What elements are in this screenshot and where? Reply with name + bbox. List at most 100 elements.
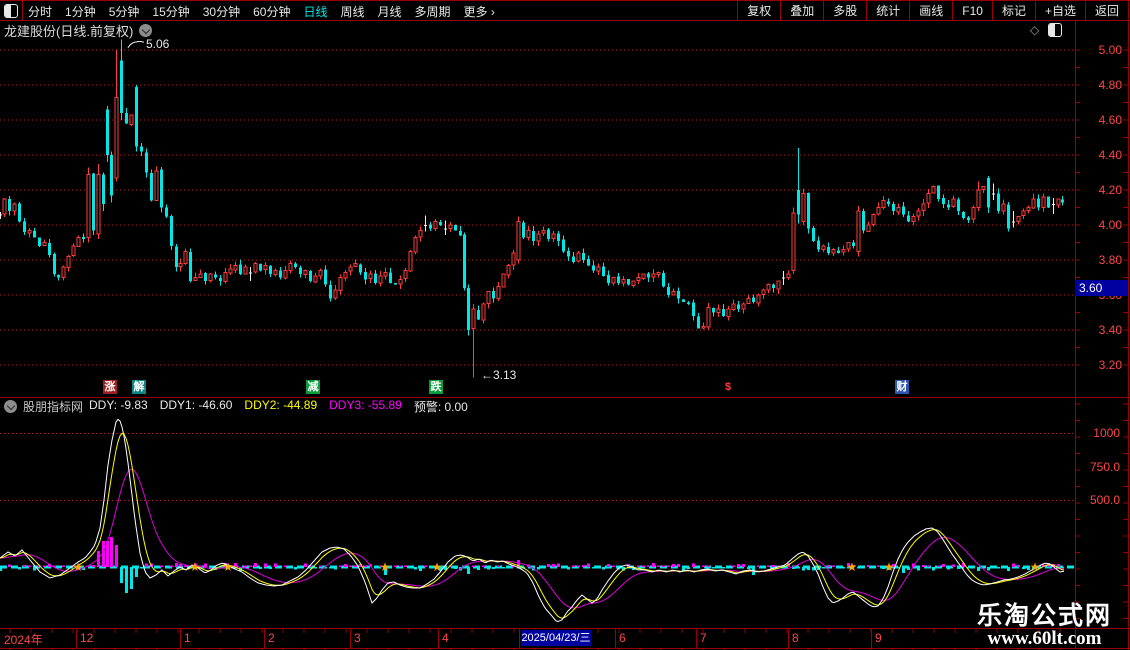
candle-body-up [921, 203, 926, 212]
pane-layout-icon[interactable] [1048, 23, 1063, 37]
period-item-2[interactable]: 5分钟 [109, 3, 140, 20]
ddy-bar [802, 567, 805, 571]
period-item-6[interactable]: 日线 [303, 3, 327, 20]
ddy-bar [179, 563, 182, 567]
ddy-bar [175, 563, 178, 567]
candle-body-down [135, 86, 138, 147]
ddy-bar [562, 567, 565, 569]
candle-body-down [557, 233, 560, 241]
action-item-3[interactable]: 统计 [866, 1, 909, 21]
ddy-bar [140, 567, 143, 569]
ddy-bar [557, 563, 560, 567]
watermark-site-name: 乐淘公式网 [976, 602, 1112, 630]
candle-body-down [38, 237, 41, 246]
period-item-10[interactable]: 更多 › [464, 3, 495, 20]
candle-body-up [448, 224, 453, 229]
selected-date-badge: 2025/04/23/三 [521, 630, 591, 646]
candle-body-up [1031, 198, 1036, 209]
diamond-icon[interactable]: ◇ [1030, 23, 1039, 37]
ddy-bar [927, 565, 930, 567]
ddy-bar [145, 563, 148, 567]
action-item-5[interactable]: F10 [952, 1, 992, 21]
ddy-bar [299, 567, 302, 569]
zero-line-dash [1067, 565, 1074, 569]
candle-body-down [389, 272, 392, 283]
month-label: 9 [875, 631, 882, 645]
month-label: 7 [700, 631, 707, 645]
period-item-0[interactable]: 分时 [28, 3, 52, 20]
period-item-1[interactable]: 1分钟 [65, 3, 96, 20]
candle-body-down [697, 316, 700, 329]
period-menu: 分时 1分钟 5分钟 15分钟 30分钟 60分钟 日线 周线 月线 多周期 更多 › [28, 1, 495, 21]
ddy-bar [284, 565, 287, 567]
month-separator [519, 629, 520, 648]
action-item-1[interactable]: 叠加 [780, 1, 823, 21]
action-item-7[interactable]: +自选 [1034, 1, 1085, 21]
candle-body-down [329, 285, 332, 299]
collapse-chevron-icon[interactable] [4, 400, 17, 413]
candle-body-down [150, 172, 153, 201]
candle-body-up [501, 273, 506, 288]
candle-body-up [926, 193, 931, 204]
candle-body-down [1037, 198, 1040, 208]
date-axis[interactable]: 2024年 12 1 2 3 4 6 7 8 9 2025/04/23/三 [0, 629, 1130, 648]
ddy-bar [467, 567, 470, 574]
period-item-5[interactable]: 60分钟 [253, 3, 290, 20]
candle-body-up [761, 289, 766, 295]
candle-body-flat [782, 277, 785, 279]
candle-body-flat [249, 272, 252, 274]
ddy-bar [797, 567, 800, 569]
candle-body-flat [1012, 221, 1015, 223]
action-item-4[interactable]: 画线 [909, 1, 952, 21]
candle-body-down [837, 250, 840, 253]
candle-body-down [617, 276, 620, 283]
low-price-annotation: ←3.13 [481, 368, 517, 382]
candle-body-down [102, 174, 105, 204]
candle-body-up [1026, 207, 1031, 211]
action-item-6[interactable]: 标记 [991, 1, 1035, 21]
action-item-0[interactable]: 复权 [737, 1, 780, 21]
candle-body-up [766, 284, 771, 291]
candle-body-down [110, 155, 113, 196]
candle-body-down [120, 60, 123, 113]
candle-body-up [42, 242, 47, 246]
ddy-bar [1022, 567, 1025, 570]
candle-body-down [239, 264, 242, 274]
ddy-bar [279, 567, 282, 569]
period-item-4[interactable]: 30分钟 [203, 3, 240, 20]
candle-body-down [439, 221, 442, 225]
candle-body-up [931, 186, 936, 194]
ddy1-line [0, 418, 1065, 623]
candle-body-up [841, 249, 846, 253]
ddy-bar [987, 567, 990, 571]
ddy-bar [43, 565, 46, 567]
month-separator [615, 629, 616, 648]
candle-body-up [413, 236, 418, 253]
layout-toggle-button[interactable] [0, 1, 23, 21]
ddy-bar [404, 565, 407, 567]
candle-body-up [671, 291, 676, 296]
period-item-3[interactable]: 15分钟 [152, 3, 189, 20]
ddy-bar [289, 567, 292, 569]
candle-body-down [892, 204, 895, 211]
period-item-9[interactable]: 多周期 [415, 3, 451, 20]
action-item-2[interactable]: 多股 [823, 1, 866, 21]
chart-canvas[interactable]: ★ ★ ★ ★ ★ ★ ★ ★ [0, 0, 1130, 650]
candle-body-up [831, 249, 836, 254]
action-item-8[interactable]: 返回 [1084, 1, 1129, 21]
candle-body-down [602, 266, 605, 276]
candle-body-flat [1052, 204, 1055, 205]
candle-body-up [348, 266, 353, 272]
candle-body-up [233, 264, 238, 271]
ddy-bar [667, 565, 670, 567]
month-separator [696, 629, 697, 648]
candle-body-down [752, 297, 755, 302]
candle-body-up [801, 193, 806, 222]
ddy-bar [329, 567, 332, 569]
indicator-tick-label: 750.0 [1089, 459, 1120, 474]
period-item-7[interactable]: 周线 [340, 3, 364, 20]
period-item-8[interactable]: 月线 [378, 3, 402, 20]
chevron-down-icon[interactable] [139, 23, 153, 37]
ddy-bar [702, 565, 705, 567]
candle-body-up [791, 212, 796, 271]
